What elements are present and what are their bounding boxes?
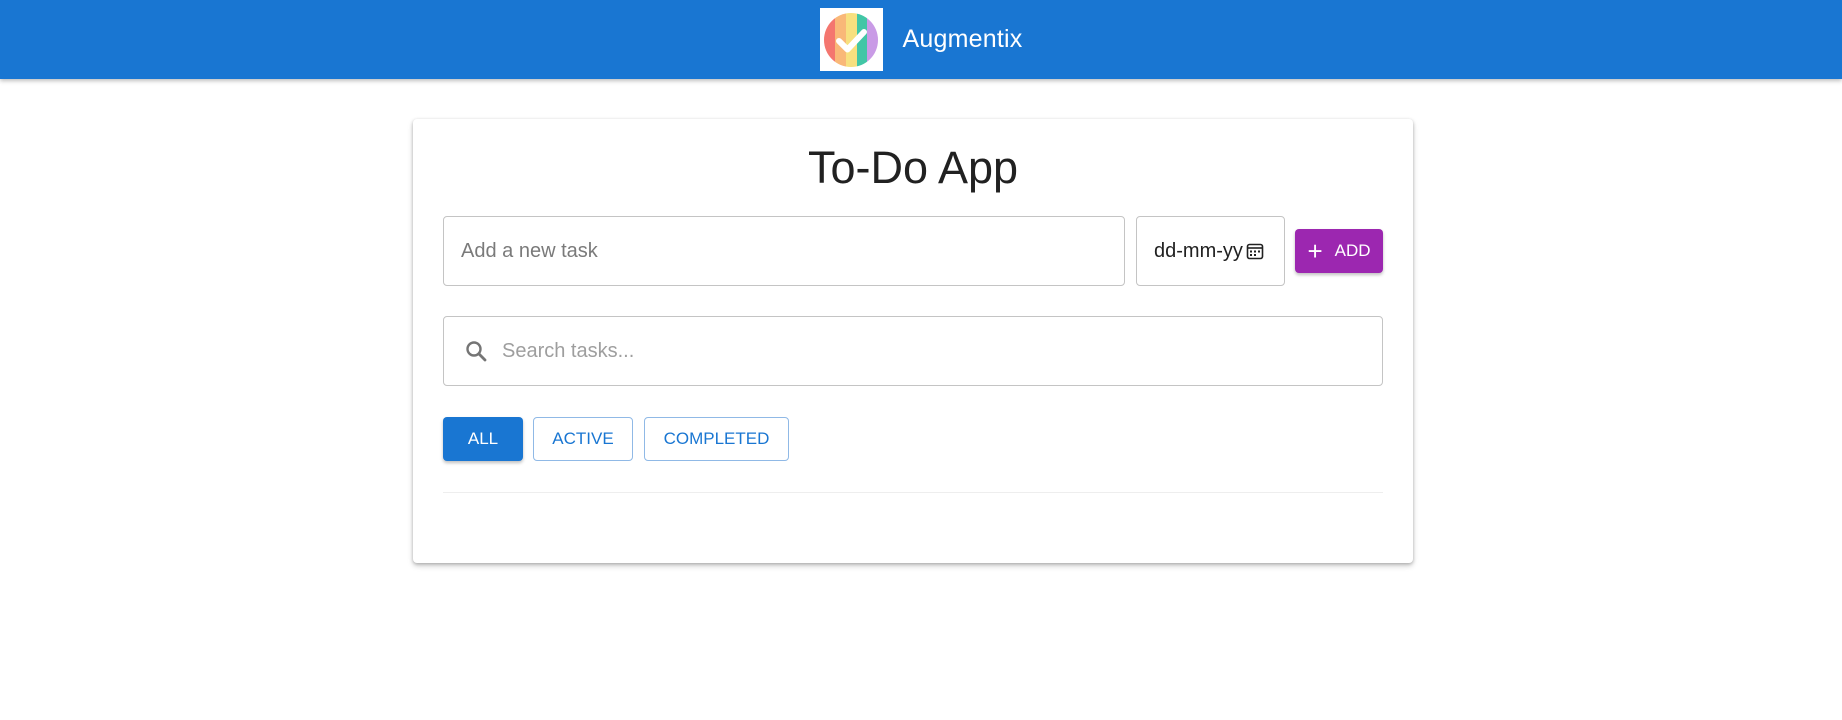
filter-all-label: ALL	[467, 429, 499, 448]
filter-active-button[interactable]: ACTIVE	[533, 417, 633, 461]
app-brand-name: Augmentix	[902, 25, 1023, 53]
calendar-icon[interactable]	[1246, 242, 1264, 260]
plus-icon: +	[1307, 236, 1323, 266]
check-circle-logo-icon	[824, 12, 879, 67]
task-list-divider	[443, 492, 1383, 493]
page-title: To-Do App	[807, 142, 1019, 193]
new-task-input[interactable]	[444, 217, 1124, 285]
due-date-field[interactable]: dd-mm-yy	[1136, 216, 1285, 286]
filter-completed-label: COMPLETED	[663, 429, 770, 448]
app-logo	[819, 8, 883, 71]
filter-completed-button[interactable]: COMPLETED	[644, 417, 789, 461]
date-placeholder: dd-mm-yy	[1154, 239, 1243, 262]
add-task-button[interactable]: + ADD	[1295, 229, 1383, 273]
filter-active-label: ACTIVE	[552, 429, 614, 448]
filter-all-button[interactable]: ALL	[443, 417, 523, 461]
add-button-label: ADD	[1334, 241, 1371, 260]
app-bar: Augmentix	[0, 0, 1842, 79]
todo-card: To-Do App dd-mm-yy + ADD	[413, 119, 1413, 563]
new-task-field[interactable]	[443, 216, 1125, 286]
search-field[interactable]	[443, 316, 1383, 386]
search-icon	[464, 339, 488, 363]
search-input[interactable]	[488, 317, 1382, 385]
